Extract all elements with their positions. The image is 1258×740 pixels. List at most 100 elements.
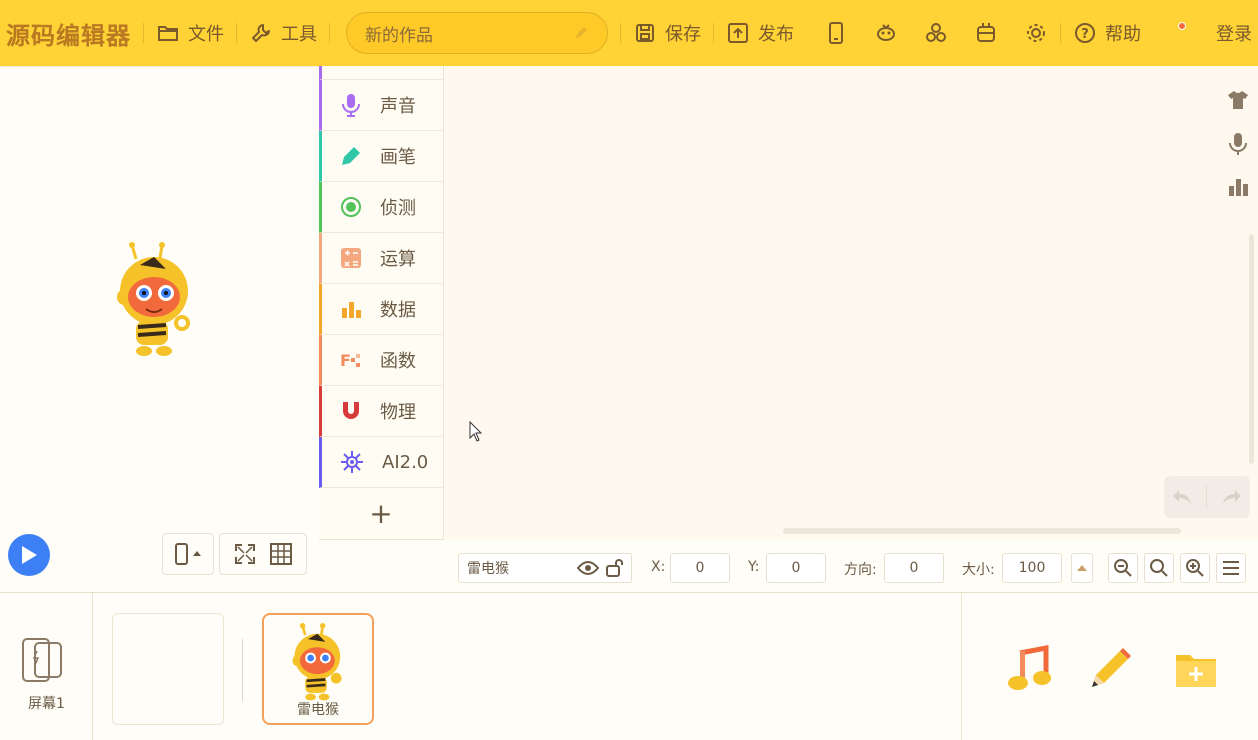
fullscreen-icon[interactable] <box>234 543 256 565</box>
category-physics[interactable]: 物理 <box>319 386 443 437</box>
category-sensing[interactable]: 侦测 <box>319 182 443 233</box>
category-pen[interactable]: 画笔 <box>319 131 443 182</box>
zoom-out-button[interactable] <box>1108 553 1138 583</box>
toolbar-divider <box>620 23 621 43</box>
tools-menu-button[interactable]: 工具 <box>249 20 317 46</box>
sound-microphone-icon[interactable] <box>1226 132 1250 156</box>
sprite-list-divider <box>242 639 243 701</box>
category-operators[interactable]: 运算 <box>319 233 443 284</box>
save-icon <box>636 24 654 42</box>
screen-label: 屏幕1 <box>28 696 65 712</box>
undo-icon[interactable] <box>1171 488 1193 506</box>
redo-icon[interactable] <box>1221 488 1243 506</box>
sprite-name-value: 雷电猴 <box>467 561 509 577</box>
category-functions[interactable]: F 函数 <box>319 335 443 386</box>
monkey-face-icon[interactable] <box>874 21 898 45</box>
add-category-button[interactable]: + <box>319 488 443 538</box>
function-icon: F <box>340 351 360 370</box>
screen-thumbnail-icon[interactable] <box>21 637 63 683</box>
sprite-property-bar: 雷电猴 X: 0 Y: 0 方向: 0 大小: 100 <box>319 540 1258 592</box>
category-label: 物理 <box>380 402 416 423</box>
project-title-input[interactable]: 新的作品 <box>346 12 608 54</box>
tools-menu-label: 工具 <box>281 24 317 45</box>
publish-label: 发布 <box>758 24 794 45</box>
sprite-screen-panel: 屏幕1 雷电猴 <box>0 592 1258 740</box>
variables-chart-icon[interactable] <box>1226 174 1250 198</box>
stage-panel[interactable] <box>0 66 319 592</box>
search-icon <box>1150 559 1168 577</box>
size-input[interactable]: 100 <box>1002 553 1062 583</box>
toolbar-divider <box>1060 23 1061 43</box>
add-folder-icon[interactable] <box>1174 649 1218 689</box>
music-library-icon[interactable] <box>1006 645 1052 691</box>
magnet-icon <box>343 402 359 419</box>
y-label: Y: <box>748 559 760 575</box>
file-menu-label: 文件 <box>188 24 224 45</box>
zoom-out-icon <box>1114 559 1132 577</box>
settings-gear-icon[interactable] <box>1024 21 1048 45</box>
costume-shirt-icon[interactable] <box>1226 88 1250 112</box>
category-scroll-remnant <box>319 66 443 80</box>
microphone-icon <box>342 94 360 117</box>
run-play-button[interactable] <box>8 534 50 576</box>
calculator-icon <box>341 248 361 268</box>
folder-icon <box>158 26 178 41</box>
direction-input[interactable]: 0 <box>884 553 944 583</box>
file-menu-button[interactable]: 文件 <box>156 20 224 46</box>
mouse-cursor-icon <box>469 421 483 442</box>
help-button[interactable]: ? 帮助 <box>1073 20 1141 46</box>
extensions-icon[interactable] <box>924 21 948 45</box>
category-data[interactable]: 数据 <box>319 284 443 335</box>
block-category-palette: 声音 画笔 侦测 运算 数据 F 函数 物理 AI2.0 + <box>319 66 444 540</box>
sprite-card-name: 雷电猴 <box>297 702 339 718</box>
x-label: X: <box>651 559 666 575</box>
undo-redo-controls <box>1164 476 1250 518</box>
robot-icon[interactable] <box>974 21 998 45</box>
data-icon <box>342 302 361 318</box>
login-button[interactable]: 登录 <box>1216 20 1252 46</box>
wrench-icon <box>252 24 270 42</box>
zoom-reset-button[interactable] <box>1144 553 1174 583</box>
tablet-icon[interactable] <box>824 21 848 45</box>
category-label: 函数 <box>380 351 416 372</box>
unlock-icon[interactable] <box>605 559 625 577</box>
menu-button[interactable] <box>1216 553 1246 583</box>
zoom-in-button[interactable] <box>1180 553 1210 583</box>
x-input[interactable]: 0 <box>670 553 730 583</box>
toolbar-divider <box>713 23 714 43</box>
save-button[interactable]: 保存 <box>633 20 701 46</box>
sprite-card-selected[interactable]: 雷电猴 <box>262 613 374 725</box>
sprite-name-field[interactable]: 雷电猴 <box>458 553 632 583</box>
save-label: 保存 <box>665 24 701 45</box>
paint-pencil-icon[interactable] <box>1086 645 1134 693</box>
size-label: 大小: <box>962 562 995 578</box>
workspace-vertical-scrollbar[interactable] <box>1249 234 1254 464</box>
collapse-panel-button[interactable] <box>1071 553 1093 583</box>
phone-dropdown-icon <box>175 543 201 565</box>
y-input[interactable]: 0 <box>766 553 826 583</box>
ai-icon <box>341 451 363 473</box>
play-icon <box>22 546 37 564</box>
thunder-monkey-sprite[interactable] <box>114 241 196 357</box>
device-mode-button[interactable] <box>162 533 214 575</box>
category-ai[interactable]: AI2.0 <box>319 437 443 488</box>
asset-library <box>961 593 1258 740</box>
code-workspace[interactable] <box>445 66 1258 540</box>
pen-icon <box>342 147 360 165</box>
publish-button[interactable]: 发布 <box>726 20 794 46</box>
category-label: 数据 <box>380 300 416 321</box>
svg-text:?: ? <box>1081 27 1089 42</box>
hamburger-menu-icon <box>1223 561 1239 575</box>
top-toolbar: 源码编辑器 文件 工具 新的作品 保存 发布 ? 帮助 登录 <box>0 0 1258 66</box>
workspace-horizontal-scrollbar[interactable] <box>783 528 1181 534</box>
category-sound[interactable]: 声音 <box>319 80 443 131</box>
category-label: 侦测 <box>380 198 416 219</box>
visibility-eye-icon[interactable] <box>577 560 599 576</box>
sensor-icon <box>341 197 361 217</box>
sprite-placeholder-slot[interactable] <box>112 613 224 725</box>
category-label: 画笔 <box>380 147 416 168</box>
help-question-icon: ? <box>1075 23 1095 43</box>
screen-list: 屏幕1 <box>0 593 93 740</box>
help-label: 帮助 <box>1105 24 1141 45</box>
grid-icon[interactable] <box>270 543 292 565</box>
